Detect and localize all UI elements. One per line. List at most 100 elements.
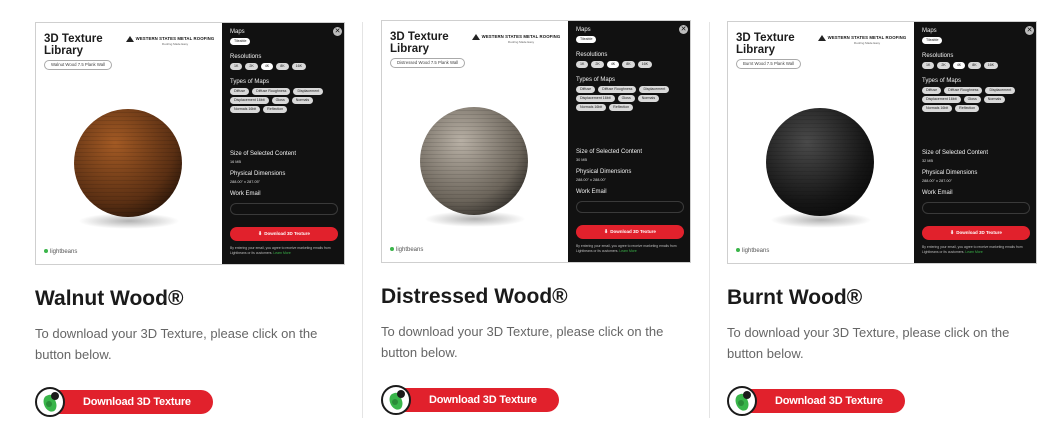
product-chip: Walnut Wood 7.5 Plank Wall xyxy=(44,60,113,70)
option-pill[interactable]: Reflection xyxy=(955,105,980,112)
option-pill[interactable]: 1K xyxy=(230,63,243,70)
learn-more-link[interactable]: Learn More xyxy=(273,251,290,255)
cta-bar: Download 3D Texture xyxy=(391,388,559,412)
option-pill[interactable]: 1K xyxy=(922,62,935,69)
column-divider xyxy=(362,22,363,418)
option-pill[interactable]: 16K xyxy=(637,61,653,68)
option-pill[interactable]: 4K xyxy=(606,61,620,68)
option-pill[interactable]: 2K xyxy=(591,61,604,68)
option-pill[interactable]: Gloss xyxy=(271,97,289,104)
types-label: Types of Maps xyxy=(230,79,270,85)
cta-bar: Download 3D Texture xyxy=(45,390,213,414)
brand-logo: WESTERN STATES METAL ROOFING Roofing Mad… xyxy=(126,36,216,46)
download-3d-texture-button[interactable]: Download 3D Texture xyxy=(381,385,559,415)
texture-cards-grid: 3D Texture Library WESTERN STATES METAL … xyxy=(0,0,1064,436)
cta-label: Download 3D Texture xyxy=(429,394,537,406)
type-options: Diffuse Diffuse Roughness Displacement Disp… xyxy=(922,87,1032,112)
option-pill[interactable]: 4K xyxy=(952,62,966,69)
option-pill[interactable]: 1K xyxy=(576,61,589,68)
card-description: To download your 3D Texture, please clic… xyxy=(727,325,1010,361)
option-pill[interactable]: Diffuse Roughness xyxy=(944,87,983,94)
option-pill[interactable]: Diffuse xyxy=(576,86,596,93)
option-pill[interactable]: Displacement xyxy=(293,88,324,95)
close-icon[interactable]: ✕ xyxy=(333,27,342,36)
option-pill[interactable]: Reflection xyxy=(609,104,634,111)
preview-left-pane: 3D Texture Library WESTERN STATES METAL … xyxy=(382,21,568,262)
size-value: 30 MB xyxy=(576,158,587,162)
texture-preview[interactable]: 3D Texture Library WESTERN STATES METAL … xyxy=(381,20,691,263)
option-pill[interactable]: Normals 16bit xyxy=(576,104,607,111)
option-pill[interactable]: Displacement 16bit xyxy=(576,95,615,102)
option-pill[interactable]: 2K xyxy=(937,62,950,69)
maps-pill[interactable]: Tileable xyxy=(576,36,597,43)
option-pill[interactable]: Displacement 16bit xyxy=(922,96,961,103)
download-icon: ⬇ xyxy=(258,231,263,237)
close-icon[interactable]: ✕ xyxy=(679,25,688,34)
column-divider xyxy=(709,22,710,418)
option-pill[interactable]: 16K xyxy=(983,62,999,69)
option-pill[interactable]: Diffuse xyxy=(230,88,250,95)
learn-more-link[interactable]: Learn More xyxy=(965,250,982,254)
email-field[interactable] xyxy=(230,203,338,215)
panel-download-button[interactable]: ⬇ Download 3D Texture xyxy=(922,226,1030,240)
texture-preview[interactable]: 3D Texture Library WESTERN STATES METAL … xyxy=(35,22,345,265)
option-pill[interactable]: Reflection xyxy=(263,106,288,113)
terms-text: By entering your email, you agree to rec… xyxy=(576,244,677,253)
card-description: To download your 3D Texture, please clic… xyxy=(381,324,664,360)
panel-download-button[interactable]: ⬇ Download 3D Texture xyxy=(576,225,684,239)
dimensions-label: Physical Dimensions xyxy=(576,169,632,175)
email-field[interactable] xyxy=(576,201,684,213)
option-pill[interactable]: Normals xyxy=(291,97,314,104)
texture-card-distressed: 3D Texture Library WESTERN STATES METAL … xyxy=(381,20,693,420)
maps-label: Maps xyxy=(576,27,591,33)
email-field[interactable] xyxy=(922,202,1030,214)
option-pill[interactable]: Diffuse Roughness xyxy=(252,88,291,95)
option-pill[interactable]: Normals xyxy=(983,96,1006,103)
option-pill[interactable]: 4K xyxy=(260,63,274,70)
types-label: Types of Maps xyxy=(576,77,616,83)
dimensions-value: 288.00" x 287.05" xyxy=(230,180,260,184)
learn-more-link[interactable]: Learn More xyxy=(619,249,636,253)
size-label: Size of Selected Content xyxy=(230,151,297,157)
download-icon: ⬇ xyxy=(604,229,609,235)
texture-sphere xyxy=(420,107,528,215)
resolution-options: 1K 2K 4K 8K 16K xyxy=(922,62,1032,69)
preview-panel: ✕ Maps Tileable Resolutions 1K 2K 4K 8K 16K … xyxy=(222,23,344,264)
option-pill[interactable]: Displacement xyxy=(639,86,670,93)
download-3d-texture-button[interactable]: Download 3D Texture xyxy=(727,386,905,416)
option-pill[interactable]: Diffuse Roughness xyxy=(598,86,637,93)
option-pill[interactable]: Displacement 16bit xyxy=(230,97,269,104)
option-pill[interactable]: Normals 16bit xyxy=(922,105,953,112)
library-title: 3D Texture Library xyxy=(736,32,795,56)
option-pill[interactable]: Gloss xyxy=(963,96,981,103)
lightbeans-logo-icon xyxy=(727,386,757,416)
roof-icon xyxy=(818,35,826,41)
card-title: Burnt Wood® xyxy=(727,286,863,309)
texture-card-burnt: 3D Texture Library WESTERN STATES METAL … xyxy=(727,21,1039,421)
preview-left-pane: 3D Texture Library WESTERN STATES METAL … xyxy=(728,22,914,263)
close-icon[interactable]: ✕ xyxy=(1025,26,1034,35)
card-title: Distressed Wood® xyxy=(381,285,568,308)
maps-label: Maps xyxy=(922,28,937,34)
option-pill[interactable]: 8K xyxy=(968,62,981,69)
maps-pill[interactable]: Tileable xyxy=(230,38,251,45)
option-pill[interactable]: Displacement xyxy=(985,87,1016,94)
lightbeans-logo: lightbeans xyxy=(390,247,423,253)
texture-card-walnut: 3D Texture Library WESTERN STATES METAL … xyxy=(35,22,347,422)
option-pill[interactable]: Normals xyxy=(637,95,660,102)
option-pill[interactable]: Normals 16bit xyxy=(230,106,261,113)
texture-preview[interactable]: 3D Texture Library WESTERN STATES METAL … xyxy=(727,21,1037,264)
download-3d-texture-button[interactable]: Download 3D Texture xyxy=(35,387,213,417)
preview-left-pane: 3D Texture Library WESTERN STATES METAL … xyxy=(36,23,222,264)
card-description: To download your 3D Texture, please clic… xyxy=(35,326,318,362)
product-chip: Distressed Wood 7.5 Plank Wall xyxy=(390,58,466,68)
roof-icon xyxy=(126,36,134,42)
option-pill[interactable]: 8K xyxy=(276,63,289,70)
maps-pill[interactable]: Tileable xyxy=(922,37,943,44)
option-pill[interactable]: 16K xyxy=(291,63,307,70)
panel-download-button[interactable]: ⬇ Download 3D Texture xyxy=(230,227,338,241)
option-pill[interactable]: Gloss xyxy=(617,95,635,102)
option-pill[interactable]: 8K xyxy=(622,61,635,68)
option-pill[interactable]: Diffuse xyxy=(922,87,942,94)
option-pill[interactable]: 2K xyxy=(245,63,258,70)
